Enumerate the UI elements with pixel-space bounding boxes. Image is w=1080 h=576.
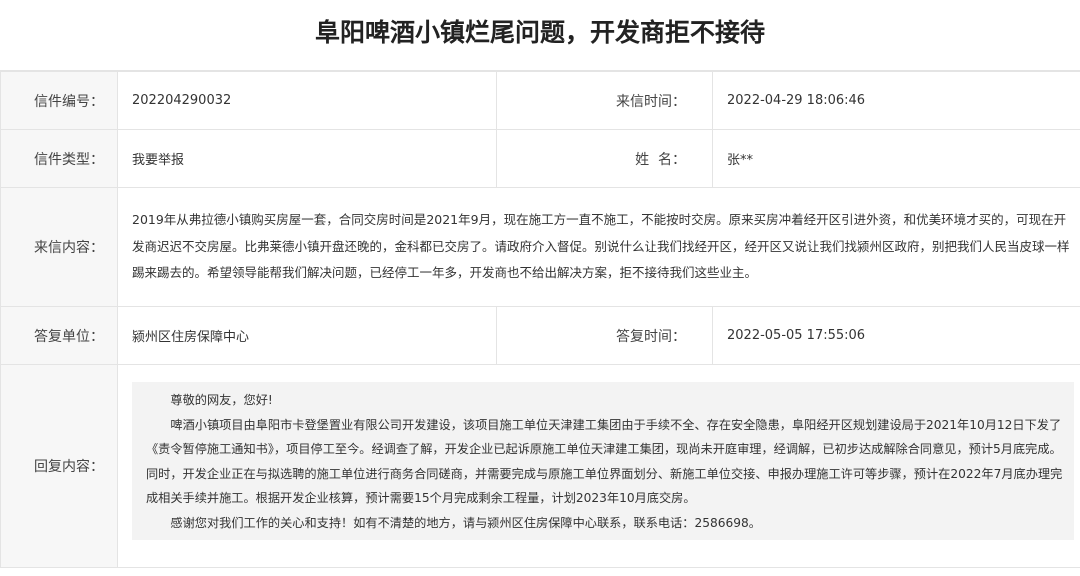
reply-time-label: 答复时间： [496,306,713,365]
letter-no-label: 信件编号： [0,71,118,130]
reply-content-cell: 尊敬的网友，您好! 啤酒小镇项目由阜阳市卡登堡置业有限公司开发建设，该项目施工单… [117,364,1080,568]
row-content: 来信内容： 2019年从弗拉德小镇购买房屋一套，合同交房时间是2021年9月，现… [0,187,1080,307]
reply-unit-label: 答复单位： [0,306,118,365]
page-title: 阜阳啤酒小镇烂尾问题，开发商拒不接待 [0,0,1080,71]
received-time-value: 2022-04-29 18:06:46 [712,71,1080,130]
row-letter-type: 信件类型： 我要举报 姓 名： 张** [0,129,1080,188]
reply-closing: 感谢您对我们工作的关心和支持！如有不清楚的地方，请与颍州区住房保障中心联系，联系… [170,515,761,530]
letter-type-label: 信件类型： [0,129,118,188]
letter-no-value: 202204290032 [117,71,497,130]
letter-detail-table: 信件编号： 202204290032 来信时间： 2022-04-29 18:0… [0,71,1080,568]
row-reply-content: 回复内容： 尊敬的网友，您好! 啤酒小镇项目由阜阳市卡登堡置业有限公司开发建设，… [0,364,1080,568]
row-reply-unit: 答复单位： 颍州区住房保障中心 答复时间： 2022-05-05 17:55:0… [0,306,1080,365]
content-label: 来信内容： [0,187,118,307]
row-letter-no: 信件编号： 202204290032 来信时间： 2022-04-29 18:0… [0,71,1080,130]
received-time-label: 来信时间： [496,71,713,130]
reply-content-box: 尊敬的网友，您好! 啤酒小镇项目由阜阳市卡登堡置业有限公司开发建设，该项目施工单… [132,382,1074,540]
name-label: 姓 名： [496,129,713,188]
reply-content-label: 回复内容： [0,364,118,568]
reply-time-value: 2022-05-05 17:55:06 [712,306,1080,365]
reply-unit-value: 颍州区住房保障中心 [117,306,497,365]
letter-type-value: 我要举报 [117,129,497,188]
content-value: 2019年从弗拉德小镇购买房屋一套，合同交房时间是2021年9月，现在施工方一直… [117,187,1080,307]
reply-greeting: 尊敬的网友，您好! [170,393,273,407]
reply-body: 啤酒小镇项目由阜阳市卡登堡置业有限公司开发建设，该项目施工单位天津建工集团由于手… [146,417,1063,506]
name-value: 张** [712,129,1080,188]
